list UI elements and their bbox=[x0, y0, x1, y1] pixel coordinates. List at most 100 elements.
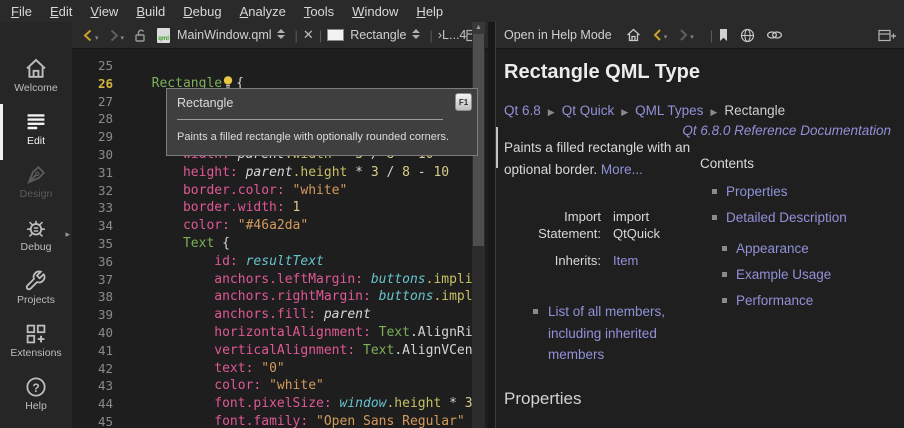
list-bullet bbox=[712, 189, 717, 194]
help-forward-button[interactable]: ▾ bbox=[678, 29, 694, 41]
design-icon bbox=[0, 163, 72, 187]
document-dropdown-icon[interactable] bbox=[276, 27, 286, 44]
f1-key-badge: F1 bbox=[455, 93, 472, 111]
breadcrumb-separator-icon: ▶ bbox=[710, 107, 717, 117]
home-icon[interactable] bbox=[626, 28, 641, 42]
flyout-arrow-icon[interactable]: ▸ bbox=[65, 229, 70, 240]
nav-back-caret: ▾ bbox=[95, 34, 99, 42]
link-icon[interactable] bbox=[766, 29, 783, 41]
list-bullet bbox=[712, 215, 717, 220]
code-line-37: 37 anchors.leftMargin: buttons.implicitW… bbox=[72, 271, 488, 289]
line-number: 39 bbox=[72, 306, 113, 324]
breadcrumb-qt-6-8[interactable]: Qt 6.8 bbox=[504, 103, 541, 118]
list-bullet bbox=[722, 298, 727, 303]
mode-item-extensions[interactable]: Extensions bbox=[0, 319, 72, 372]
inherits-label: Inherits: bbox=[504, 253, 601, 268]
all-members-link[interactable]: List of all members, including inherited… bbox=[548, 301, 686, 366]
code-line-31: 31 height: parent.height * 3 / 8 - 10 bbox=[72, 164, 488, 182]
properties-section-heading: Properties bbox=[504, 389, 581, 409]
symbol-dropdown-icon[interactable] bbox=[411, 27, 421, 44]
inherits-row: Inherits: Item bbox=[504, 253, 638, 268]
import-statement-label: Import Statement: bbox=[504, 209, 601, 242]
toolbar-overflow-label[interactable]: ›L...4 bbox=[438, 28, 467, 42]
menu-file[interactable]: File bbox=[2, 3, 41, 20]
line-number: 34 bbox=[72, 217, 113, 235]
contents-link[interactable]: Detailed Description bbox=[726, 210, 847, 225]
line-number: 43 bbox=[72, 377, 113, 395]
editor-scrollbar[interactable]: ▲ bbox=[472, 22, 485, 428]
open-in-help-mode-button[interactable]: Open in Help Mode bbox=[504, 28, 612, 42]
menu-analyze[interactable]: Analyze bbox=[231, 3, 295, 20]
line-number: 38 bbox=[72, 288, 113, 306]
breadcrumb-qt-quick[interactable]: Qt Quick bbox=[562, 103, 615, 118]
scrollbar-up-arrow[interactable]: ▲ bbox=[472, 22, 485, 34]
globe-icon[interactable] bbox=[740, 28, 755, 43]
more-link[interactable]: More... bbox=[601, 162, 643, 177]
contents-link[interactable]: Performance bbox=[736, 293, 813, 308]
code-line-34: 34 color: "#46a2da" bbox=[72, 217, 488, 235]
menu-window[interactable]: Window bbox=[343, 3, 407, 20]
line-number: 29 bbox=[72, 128, 113, 146]
line-number: 37 bbox=[72, 271, 113, 289]
code-line-25: 25 bbox=[72, 57, 488, 75]
close-document-button[interactable]: ✕ bbox=[303, 27, 314, 43]
pane-splitter[interactable] bbox=[488, 22, 496, 428]
help-scroll-indicator[interactable] bbox=[496, 127, 498, 168]
contents-link[interactable]: Example Usage bbox=[736, 267, 831, 282]
line-number: 28 bbox=[72, 110, 113, 128]
help-back-button[interactable]: ▾ bbox=[652, 29, 668, 41]
toolbar-separator: | bbox=[295, 28, 298, 43]
nav-forward-button[interactable]: ▾ bbox=[108, 29, 125, 42]
menu-tools[interactable]: Tools bbox=[295, 3, 343, 20]
qml-file-icon: qml bbox=[157, 28, 170, 43]
mode-item-design: Design bbox=[0, 160, 72, 213]
line-number: 31 bbox=[72, 164, 113, 182]
breadcrumb-separator-icon: ▶ bbox=[548, 107, 555, 117]
lock-icon[interactable] bbox=[133, 28, 148, 43]
menu-edit[interactable]: Edit bbox=[41, 3, 81, 20]
mode-item-edit[interactable]: Edit bbox=[0, 107, 72, 160]
line-number: 40 bbox=[72, 324, 113, 342]
mode-item-projects[interactable]: Projects bbox=[0, 266, 72, 319]
editor-pane: ▾ ▾ qml MainWindow.qml | ✕ | Rectangl bbox=[72, 22, 488, 428]
menu-view[interactable]: View bbox=[81, 3, 127, 20]
nav-back-button[interactable]: ▾ bbox=[82, 29, 99, 42]
symbol-rectangle-icon bbox=[327, 29, 344, 41]
symbol-selector[interactable]: Rectangle bbox=[350, 28, 406, 42]
open-document-name[interactable]: MainWindow.qml bbox=[177, 28, 271, 42]
contents-link[interactable]: Properties bbox=[726, 184, 788, 199]
bookmark-icon[interactable] bbox=[718, 28, 729, 42]
inherits-item-link[interactable]: Item bbox=[613, 253, 638, 268]
nav-forward-caret: ▾ bbox=[121, 34, 125, 42]
list-bullet bbox=[722, 272, 727, 277]
breadcrumb-separator-icon: ▶ bbox=[621, 107, 628, 117]
type-summary: Paints a filled rectangle with an option… bbox=[504, 137, 718, 181]
menu-help[interactable]: Help bbox=[407, 3, 452, 20]
qt-creator-window: FileEditViewBuildDebugAnalyzeToolsWindow… bbox=[0, 0, 904, 428]
breadcrumb-rectangle: Rectangle bbox=[724, 103, 785, 118]
mode-item-debug[interactable]: Debug▸ bbox=[0, 213, 72, 266]
split-help-button[interactable] bbox=[878, 28, 896, 43]
code-line-42: 42 text: "0" bbox=[72, 360, 488, 378]
mode-item-welcome[interactable]: Welcome bbox=[0, 54, 72, 107]
svg-text:?: ? bbox=[32, 381, 39, 395]
code-line-41: 41 verticalAlignment: Text.AlignVCenter bbox=[72, 342, 488, 360]
toolbar-separator: | bbox=[430, 28, 433, 43]
mode-item-help[interactable]: ?Help bbox=[0, 372, 72, 425]
list-bullet bbox=[533, 309, 538, 314]
menu-debug[interactable]: Debug bbox=[174, 3, 230, 20]
contents-item-performance: Performance bbox=[722, 293, 813, 308]
contents-heading: Contents bbox=[700, 156, 754, 171]
doc-edition-label: Qt 6.8.0 Reference Documentation bbox=[682, 123, 891, 138]
menu-build[interactable]: Build bbox=[127, 3, 174, 20]
code-line-36: 36 id: resultText bbox=[72, 253, 488, 271]
tooltip-body: Paints a filled rectangle with optionall… bbox=[167, 120, 477, 143]
code-line-35: 35 Text { bbox=[72, 235, 488, 253]
line-number: 30 bbox=[72, 146, 113, 164]
list-bullet bbox=[722, 246, 727, 251]
breadcrumb-qml-types[interactable]: QML Types bbox=[635, 103, 703, 118]
help-pane: Open in Help Mode ▾ ▾ | bbox=[496, 22, 904, 428]
contents-link[interactable]: Appearance bbox=[736, 241, 809, 256]
import-statement-value: import QtQuick bbox=[613, 209, 685, 242]
mode-sidebar: WelcomeEditDesignDebug▸ProjectsExtension… bbox=[0, 22, 72, 428]
